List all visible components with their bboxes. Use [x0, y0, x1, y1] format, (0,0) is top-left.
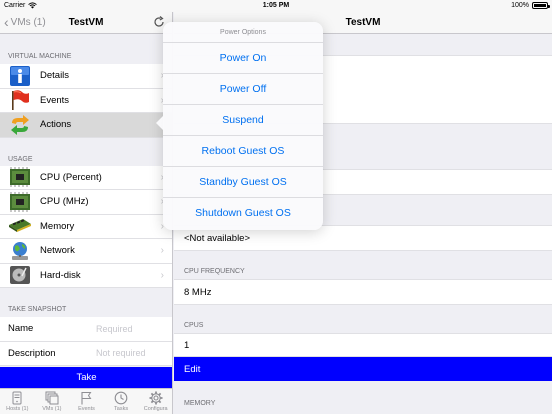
section-header-virtual-machine: VIRTUAL MACHINE	[8, 53, 72, 60]
tab-vms[interactable]: VMs (1)	[35, 389, 70, 414]
usage-item-label: Hard-disk	[40, 269, 81, 281]
cpu-chip-icon	[8, 191, 32, 212]
vm-item-events[interactable]: Events ›	[0, 88, 172, 113]
flag-icon	[8, 90, 32, 111]
section-header-cpus: CPUS	[184, 322, 204, 329]
tab-hosts[interactable]: Hosts (1)	[0, 389, 35, 414]
usage-item-network[interactable]: Network ›	[0, 239, 172, 264]
flag-icon	[81, 392, 92, 405]
clock-icon	[114, 391, 128, 405]
usage-item-hard-disk[interactable]: Hard-disk ›	[0, 263, 172, 288]
left-navigation-bar: ‹ VMs (1) TestVM	[0, 12, 172, 34]
tab-label: Tasks	[114, 406, 129, 412]
snapshot-description-row: Description	[0, 341, 172, 366]
snapshot-name-input[interactable]	[96, 323, 166, 334]
chevron-right-icon: ›	[160, 245, 164, 256]
battery-icon	[532, 2, 550, 9]
globe-network-icon	[8, 241, 32, 261]
battery-percent: 100%	[511, 2, 529, 9]
hosts-icon	[12, 391, 22, 405]
cpu-chip-icon	[8, 167, 32, 188]
vms-icon	[45, 391, 59, 405]
vm-item-actions[interactable]: Actions ›	[0, 113, 172, 138]
standby-guest-os-button[interactable]: Standby Guest OS	[163, 167, 323, 198]
info-icon	[8, 65, 32, 86]
popover-title: Power Options	[163, 22, 323, 43]
left-nav-title: TestVM	[68, 17, 104, 28]
take-snapshot-button[interactable]: Take	[0, 367, 172, 388]
section-header-cpu-frequency: CPU FREQUENCY	[184, 268, 245, 275]
section-header-take-snapshot: TAKE SNAPSHOT	[8, 306, 67, 313]
vm-item-label: Details	[40, 70, 70, 82]
tab-label: VMs (1)	[42, 406, 62, 412]
power-on-button[interactable]: Power On	[163, 43, 323, 74]
detail-value: <Not available>	[184, 232, 251, 244]
snapshot-name-row: Name	[0, 317, 172, 342]
tab-events[interactable]: Events	[69, 389, 104, 414]
usage-item-cpu-percent[interactable]: CPU (Percent) ›	[0, 165, 172, 190]
cpu-frequency-value: 8 MHz	[184, 286, 212, 298]
usage-item-memory[interactable]: Memory ›	[0, 214, 172, 239]
tab-label: Events	[78, 406, 95, 412]
vm-item-details[interactable]: Details ›	[0, 64, 172, 89]
memory-module-icon	[8, 216, 32, 236]
reboot-guest-os-button[interactable]: Reboot Guest OS	[163, 136, 323, 167]
tab-bar: Hosts (1) VMs (1) Events Tasks Configura	[0, 388, 172, 414]
usage-item-label: Memory	[40, 220, 75, 232]
tab-configuration[interactable]: Configura	[138, 389, 172, 414]
status-bar: Carrier 1:05 PM 100%	[0, 0, 552, 12]
hard-disk-icon	[8, 265, 32, 285]
edit-cpus-button[interactable]: Edit	[174, 357, 552, 381]
section-header-usage: USAGE	[8, 155, 33, 163]
detail-row-cpus: 1	[174, 333, 552, 357]
power-off-button[interactable]: Power Off	[163, 74, 323, 105]
tab-tasks[interactable]: Tasks	[104, 389, 139, 414]
detail-row-cpu-frequency: 8 MHz	[174, 279, 552, 305]
popover-arrow	[156, 115, 164, 131]
power-options-popover: Power Options Power On Power Off Suspend…	[156, 22, 323, 230]
snapshot-name-label: Name	[8, 323, 34, 335]
snapshot-description-input[interactable]	[96, 348, 166, 359]
snapshot-description-label: Description	[8, 347, 56, 359]
vm-item-label: Events	[40, 94, 70, 106]
tab-label: Configura	[143, 406, 168, 412]
tab-label: Hosts (1)	[6, 406, 29, 412]
master-pane: ‹ VMs (1) TestVM VIRTUAL MACHINE Details…	[0, 12, 173, 414]
status-time: 1:05 PM	[262, 2, 290, 9]
usage-item-label: CPU (MHz)	[40, 196, 89, 208]
usage-item-label: CPU (Percent)	[40, 171, 102, 183]
arrows-icon	[8, 114, 32, 135]
section-header-memory: MEMORY	[184, 400, 216, 407]
shutdown-guest-os-button[interactable]: Shutdown Guest OS	[163, 198, 323, 229]
gear-icon	[149, 391, 163, 405]
suspend-button[interactable]: Suspend	[163, 105, 323, 136]
edit-cpus-label: Edit	[184, 363, 201, 375]
cpus-value: 1	[184, 339, 190, 351]
chevron-right-icon: ›	[160, 269, 164, 281]
usage-item-label: Network	[40, 245, 75, 257]
vm-item-label: Actions	[40, 119, 72, 131]
usage-item-cpu-mhz[interactable]: CPU (MHz) ›	[0, 190, 172, 215]
